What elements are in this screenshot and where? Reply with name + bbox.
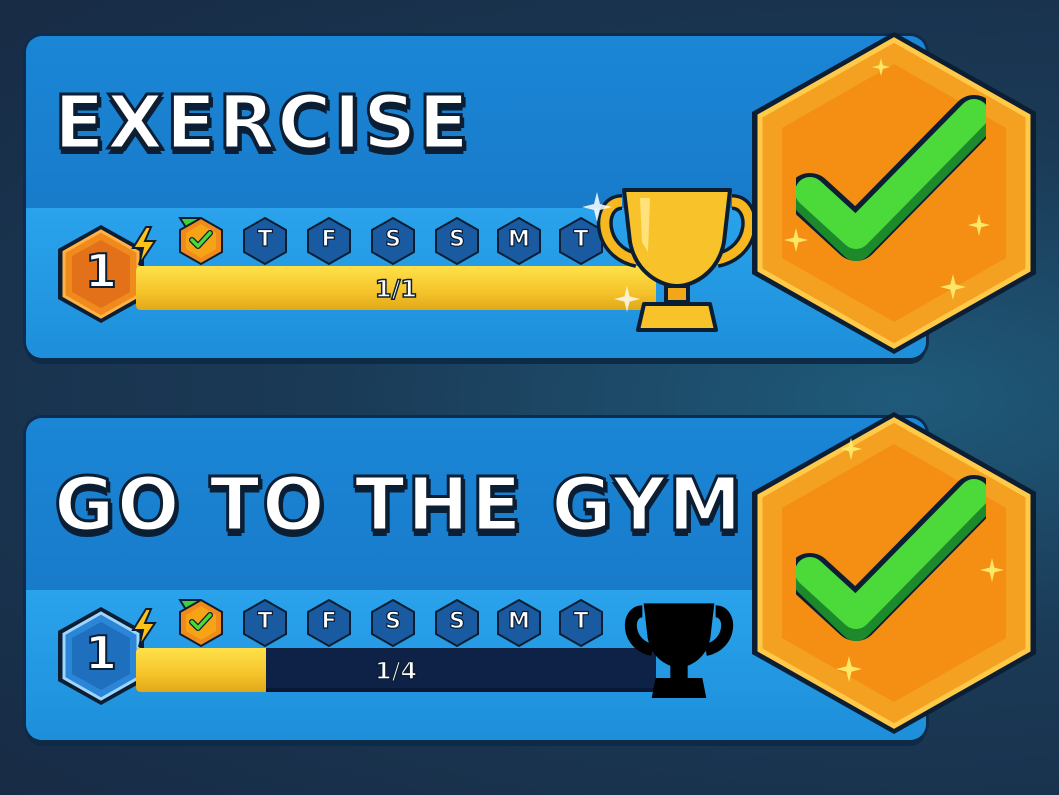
locked-trophy-icon[interactable] [614, 598, 744, 702]
sparkle-icon [980, 558, 1004, 582]
day-marker: M [496, 598, 542, 648]
check-icon [189, 612, 213, 631]
day-label: M [507, 608, 530, 634]
day-label: M [507, 226, 530, 252]
progress-bar: 1/4 [136, 648, 656, 692]
task-title: EXERCISE [53, 79, 471, 168]
day-marker: F [306, 598, 352, 648]
lightning-icon [131, 608, 157, 648]
day-label: F [321, 226, 337, 252]
day-marker: T [242, 216, 288, 266]
progress-text: 1/1 [374, 274, 418, 304]
day-label: T [257, 226, 273, 252]
day-marker: S [370, 598, 416, 648]
sparkle-icon [836, 656, 862, 682]
day-label: S [448, 608, 465, 634]
check-icon [796, 95, 986, 261]
day-label: F [321, 608, 337, 634]
day-marker: T [242, 598, 288, 648]
sparkle-icon [940, 274, 966, 300]
day-marker: S [434, 216, 480, 266]
completed-badge[interactable] [744, 408, 1044, 738]
progress-bar: 1/1 [136, 266, 656, 310]
sparkle-icon [840, 438, 862, 460]
gold-trophy-icon[interactable] [592, 182, 762, 338]
check-icon [189, 230, 213, 249]
check-icon [796, 475, 986, 641]
sparkle-icon [784, 228, 808, 252]
sparkle-icon [968, 214, 990, 236]
day-marker-current [178, 598, 224, 648]
day-label: S [384, 608, 401, 634]
task-title: GO TO THE GYM [53, 461, 744, 550]
sparkle-icon [872, 58, 890, 76]
progress-text: 1/4 [374, 656, 418, 686]
day-label: S [448, 226, 465, 252]
day-marker-current [178, 216, 224, 266]
lightning-icon [131, 226, 157, 266]
day-label: T [573, 608, 589, 634]
day-label: S [384, 226, 401, 252]
day-label: T [257, 608, 273, 634]
day-marker: S [434, 598, 480, 648]
day-marker: S [370, 216, 416, 266]
sparkle-icon [582, 192, 612, 222]
day-marker: T [558, 598, 604, 648]
day-marker: M [496, 216, 542, 266]
completed-badge[interactable] [744, 28, 1044, 358]
sparkle-icon [614, 286, 640, 312]
day-marker: F [306, 216, 352, 266]
